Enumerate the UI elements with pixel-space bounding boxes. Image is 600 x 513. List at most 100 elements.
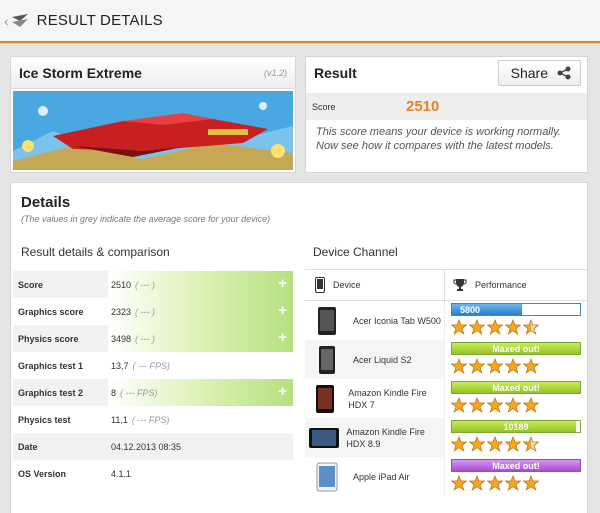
details-subtitle: (The values in grey indicate the average…: [21, 214, 271, 224]
test-panel: Ice Storm Extreme (v1.2): [10, 56, 296, 173]
row-value: 04.12.2013 08:35: [111, 441, 182, 452]
device-table-header: Device Performance: [305, 269, 589, 301]
table-row[interactable]: Score 2510( --- ) +: [13, 271, 293, 298]
star-rating: [451, 397, 583, 413]
row-average: ( --- ): [135, 279, 156, 290]
row-value: 8: [111, 387, 117, 398]
share-label: Share: [510, 65, 548, 81]
star-icon: [523, 475, 539, 491]
device-name: Acer Iconia Tab W500: [353, 315, 441, 326]
star-icon: [523, 319, 539, 335]
device-row[interactable]: Acer Liquid S2 Maxed out!: [305, 340, 589, 379]
row-label: Physics test: [18, 414, 71, 425]
device-row[interactable]: Amazon Kindle Fire HDX 7 Maxed out!: [305, 379, 589, 418]
expand-plus-icon[interactable]: +: [278, 330, 287, 345]
star-icon: [451, 358, 467, 374]
table-row[interactable]: Graphics score 2323( --- ) +: [13, 298, 293, 325]
row-average: ( --- FPS): [131, 414, 170, 425]
device-name: Amazon Kindle Fire HDX 7: [348, 387, 427, 410]
performance-bar: Maxed out!: [451, 381, 581, 394]
performance-bar: Maxed out!: [451, 342, 581, 355]
table-row: Physics test 11,1( --- FPS): [13, 406, 293, 433]
test-version: (v1.2): [263, 67, 287, 78]
chevron-left-icon: ‹: [4, 12, 9, 29]
test-name: Ice Storm Extreme: [19, 64, 142, 81]
row-label: Graphics score: [18, 306, 84, 317]
result-panel: Result Share Score 2510 This score means…: [305, 56, 588, 173]
star-icon: [523, 358, 539, 374]
tablet-thumbnail: [318, 306, 336, 335]
device-name: Amazon Kindle Fire HDX 8.9: [346, 426, 425, 449]
tablet-thumbnail: [315, 384, 334, 413]
performance-value: 10189: [503, 422, 529, 432]
details-title: Details: [21, 194, 71, 211]
star-icon: [451, 319, 467, 335]
performance-value: 5800: [460, 305, 481, 315]
device-name: Acer Liquid S2: [353, 354, 412, 365]
star-rating: [451, 358, 583, 374]
expand-plus-icon[interactable]: +: [278, 303, 287, 318]
row-value: 2510: [111, 279, 132, 290]
star-icon: [451, 397, 467, 413]
performance-bar: 5800: [451, 303, 581, 316]
row-value: 4.1.1: [111, 468, 132, 479]
star-icon: [523, 397, 539, 413]
star-icon: [469, 319, 485, 335]
back-button[interactable]: ‹: [0, 13, 37, 29]
device-row[interactable]: Amazon Kindle Fire HDX 8.9 10189: [305, 418, 589, 457]
tablet-thumbnail: [316, 462, 338, 491]
device-row[interactable]: Apple iPad Air Maxed out!: [305, 457, 589, 496]
star-icon: [469, 475, 485, 491]
performance-value: Maxed out!: [492, 344, 540, 354]
performance-value: Maxed out!: [492, 461, 540, 471]
row-label: Graphics test 2: [18, 387, 84, 398]
row-label: Physics score: [18, 333, 79, 344]
row-value: 11,1: [111, 414, 128, 425]
star-icon: [469, 397, 485, 413]
star-icon: [451, 475, 467, 491]
performance-bar: Maxed out!: [451, 459, 581, 472]
result-details-table: Score 2510( --- ) + Graphics score 2323(…: [13, 271, 293, 487]
star-icon: [451, 436, 467, 452]
device-row[interactable]: Acer Iconia Tab W500 5800: [305, 301, 589, 340]
star-icon: [487, 436, 503, 452]
star-icon: [469, 358, 485, 374]
star-icon: [505, 358, 521, 374]
tablet-thumbnail: [308, 427, 339, 448]
table-row[interactable]: Graphics test 2 8( --- FPS) +: [13, 379, 293, 406]
score-message: This score means your device is working …: [316, 126, 561, 152]
row-average: ( --- FPS): [132, 360, 171, 371]
row-label: OS Version: [18, 468, 67, 479]
table-row: Graphics test 1 13,7( --- FPS): [13, 352, 293, 379]
star-icon: [469, 436, 485, 452]
performance-value: Maxed out!: [492, 383, 540, 393]
row-value: 13,7: [111, 360, 129, 371]
star-icon: [487, 475, 503, 491]
score-row: Score 2510: [306, 93, 587, 120]
star-icon: [487, 397, 503, 413]
test-banner-image: [13, 91, 293, 170]
star-icon: [523, 436, 539, 452]
3dmark-logo-icon: [11, 13, 28, 27]
table-row[interactable]: Physics score 3498( --- ) +: [13, 325, 293, 352]
expand-plus-icon[interactable]: +: [278, 276, 287, 291]
star-icon: [487, 358, 503, 374]
test-header: Ice Storm Extreme (v1.2): [11, 57, 295, 89]
star-icon: [487, 319, 503, 335]
row-average: ( --- FPS): [120, 387, 158, 398]
row-average: ( --- ): [135, 306, 156, 317]
table-row: OS Version 4.1.1: [13, 460, 293, 487]
star-rating: [451, 319, 583, 335]
row-value: 3498: [111, 333, 132, 344]
score-value: 2510: [406, 98, 440, 115]
row-label: Score: [18, 279, 44, 290]
phone-thumbnail: [319, 345, 335, 374]
expand-plus-icon[interactable]: +: [278, 384, 287, 399]
page-title: RESULT DETAILS: [36, 12, 163, 29]
details-panel: Details (The values in grey indicate the…: [10, 182, 589, 513]
device-name: Apple iPad Air: [353, 471, 410, 482]
performance-bar: 10189: [451, 420, 581, 433]
share-button[interactable]: Share: [497, 60, 581, 86]
device-column-label: Device: [333, 280, 361, 290]
device-channel-title: Device Channel: [313, 245, 398, 259]
